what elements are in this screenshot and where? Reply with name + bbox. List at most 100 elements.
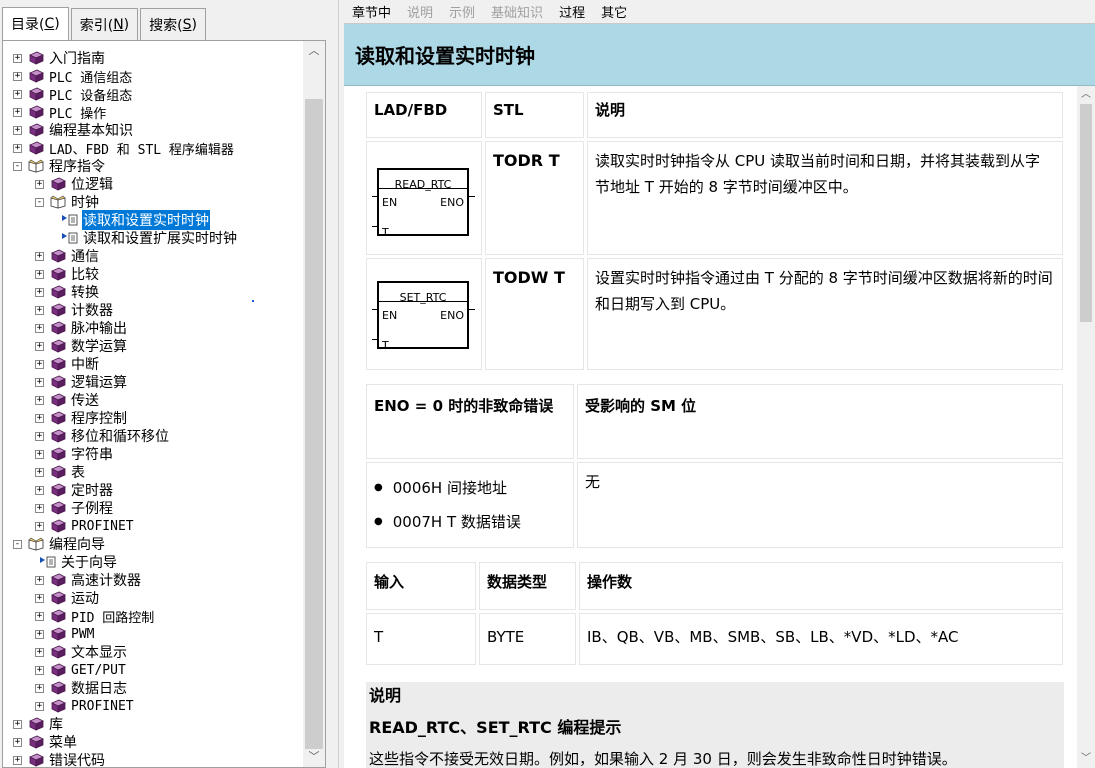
tree-item[interactable]: + 定时器 bbox=[3, 481, 303, 499]
expand-icon[interactable]: + bbox=[35, 701, 44, 711]
tree-item[interactable]: + 转换 bbox=[3, 283, 303, 301]
tree-item[interactable]: + 编程基本知识 bbox=[3, 121, 303, 139]
expand-icon[interactable]: + bbox=[35, 503, 44, 513]
tree-item[interactable]: + 数据日志 bbox=[3, 679, 303, 697]
tree-item[interactable]: + 移位和循环移位 bbox=[3, 427, 303, 445]
tree-item[interactable]: - 编程向导 bbox=[3, 535, 303, 553]
tree-item[interactable]: + 错误代码 bbox=[3, 751, 303, 767]
tree-item[interactable]: + 字符串 bbox=[3, 445, 303, 463]
expand-icon[interactable]: + bbox=[35, 467, 44, 477]
tree-item[interactable]: + 文本显示 bbox=[3, 643, 303, 661]
tree-item[interactable]: + 中断 bbox=[3, 355, 303, 373]
tab-index[interactable]: 索引(N) bbox=[70, 8, 139, 40]
expand-icon[interactable]: + bbox=[35, 629, 44, 639]
content-scrollbar[interactable]: ︿ ﹀ bbox=[1077, 86, 1095, 768]
expand-icon[interactable]: + bbox=[13, 719, 22, 729]
expand-icon[interactable]: + bbox=[13, 89, 22, 99]
tree-item[interactable]: + 子例程 bbox=[3, 499, 303, 517]
col-header-lad: LAD/FBD bbox=[366, 92, 482, 138]
tree-item[interactable]: + PID 回路控制 bbox=[3, 607, 303, 626]
expand-icon[interactable]: + bbox=[13, 107, 22, 117]
expand-icon[interactable]: + bbox=[35, 647, 44, 657]
tree-item[interactable]: + 高速计数器 bbox=[3, 571, 303, 589]
tree-item[interactable]: + 入门指南 bbox=[3, 49, 303, 67]
expand-icon[interactable]: + bbox=[35, 269, 44, 279]
tree-item[interactable]: 读取和设置扩展实时时钟 bbox=[3, 229, 303, 247]
expand-icon[interactable]: + bbox=[35, 179, 44, 189]
content-scroll-down-icon[interactable]: ﹀ bbox=[1077, 750, 1095, 768]
tree-item[interactable]: + PROFINET bbox=[3, 697, 303, 715]
tree-item[interactable]: + LAD、FBD 和 STL 程序编辑器 bbox=[3, 139, 303, 158]
tree-item[interactable]: + 通信 bbox=[3, 247, 303, 265]
tree-item[interactable]: + 菜单 bbox=[3, 733, 303, 751]
lad-cell-set-rtc: SET_RTC EN ENO T bbox=[366, 258, 482, 370]
expand-icon[interactable]: + bbox=[35, 431, 44, 441]
expand-icon[interactable]: + bbox=[13, 737, 22, 747]
tree-item[interactable]: + 程序控制 bbox=[3, 409, 303, 427]
tree-item[interactable]: + PWM bbox=[3, 625, 303, 643]
tree-scroll-up-icon[interactable]: ︿ bbox=[303, 41, 325, 61]
expand-icon[interactable]: + bbox=[35, 413, 44, 423]
nav-other[interactable]: 其它 bbox=[601, 2, 627, 21]
expand-icon[interactable]: + bbox=[13, 71, 22, 81]
expand-icon[interactable]: + bbox=[35, 683, 44, 693]
collapse-icon[interactable]: - bbox=[13, 161, 22, 171]
tree-item[interactable]: + 逻辑运算 bbox=[3, 373, 303, 391]
expand-icon[interactable]: + bbox=[35, 251, 44, 261]
expand-icon[interactable]: + bbox=[35, 449, 44, 459]
expand-icon[interactable]: + bbox=[35, 323, 44, 333]
tree-item[interactable]: + 比较 bbox=[3, 265, 303, 283]
tree-item[interactable]: + PROFINET bbox=[3, 517, 303, 535]
tree-scrollbar[interactable]: ︿ ﹀ bbox=[303, 41, 325, 767]
content-scroll-thumb[interactable] bbox=[1080, 104, 1092, 322]
book-closed-icon bbox=[50, 465, 66, 479]
expand-icon[interactable]: + bbox=[35, 395, 44, 405]
collapse-icon[interactable]: - bbox=[13, 539, 22, 549]
expand-icon[interactable]: + bbox=[35, 305, 44, 315]
nav-in-chapter[interactable]: 章节中 bbox=[352, 2, 391, 21]
tree-scroll-thumb[interactable] bbox=[305, 99, 323, 749]
tree-item[interactable]: 读取和设置实时时钟 bbox=[3, 210, 303, 230]
tab-contents[interactable]: 目录(C) bbox=[2, 7, 69, 40]
expand-icon[interactable]: + bbox=[35, 341, 44, 351]
tree-item[interactable]: - 程序指令 bbox=[3, 157, 303, 175]
tree-item[interactable]: + PLC 设备组态 bbox=[3, 85, 303, 104]
desc-read-rtc: 读取实时时钟指令从 CPU 读取当前时间和日期，并将其装载到从字节地址 T 开始… bbox=[587, 141, 1063, 255]
content-scroll-up-icon[interactable]: ︿ bbox=[1077, 86, 1095, 104]
tree-item[interactable]: + 计数器 bbox=[3, 301, 303, 319]
tree-item[interactable]: + 表 bbox=[3, 463, 303, 481]
tab-search[interactable]: 搜索(S) bbox=[140, 8, 206, 40]
tree-item[interactable]: + GET/PUT bbox=[3, 661, 303, 679]
tree-item[interactable]: + PLC 操作 bbox=[3, 103, 303, 122]
tree-item[interactable]: + 传送 bbox=[3, 391, 303, 409]
expand-icon[interactable]: + bbox=[35, 611, 44, 621]
expand-icon[interactable]: + bbox=[35, 359, 44, 369]
nav-procedure[interactable]: 过程 bbox=[559, 2, 585, 21]
tree-scroll-down-icon[interactable]: ﹀ bbox=[303, 747, 325, 767]
tree-item-label: PID 回路控制 bbox=[71, 610, 155, 626]
tree-item[interactable]: + 数学运算 bbox=[3, 337, 303, 355]
expand-icon[interactable]: + bbox=[35, 593, 44, 603]
sm-col-header: 受影响的 SM 位 bbox=[577, 384, 1063, 459]
expand-icon[interactable]: + bbox=[35, 575, 44, 585]
tree-item[interactable]: + 库 bbox=[3, 715, 303, 733]
expand-icon[interactable]: + bbox=[13, 143, 22, 153]
expand-icon[interactable]: + bbox=[13, 755, 22, 765]
tree-item-label: 高速计数器 bbox=[71, 573, 141, 589]
expand-icon[interactable]: + bbox=[13, 53, 22, 63]
expand-icon[interactable]: + bbox=[35, 485, 44, 495]
expand-icon[interactable]: + bbox=[35, 521, 44, 531]
expand-icon[interactable]: + bbox=[35, 665, 44, 675]
tree-item[interactable]: + 运动 bbox=[3, 589, 303, 607]
book-open-icon bbox=[28, 159, 44, 173]
tree-item[interactable]: + 脉冲输出 bbox=[3, 319, 303, 337]
expand-icon[interactable]: + bbox=[35, 377, 44, 387]
tree-item[interactable]: - 时钟 bbox=[3, 193, 303, 211]
collapse-icon[interactable]: - bbox=[35, 197, 44, 207]
tree-item[interactable]: + PLC 通信组态 bbox=[3, 67, 303, 86]
expand-icon[interactable]: + bbox=[35, 287, 44, 297]
read-rtc-box-diagram: READ_RTC EN ENO T bbox=[367, 160, 483, 244]
tree-item[interactable]: + 位逻辑 bbox=[3, 175, 303, 193]
expand-icon[interactable]: + bbox=[13, 125, 22, 135]
tree-item[interactable]: 关于向导 bbox=[3, 553, 303, 571]
